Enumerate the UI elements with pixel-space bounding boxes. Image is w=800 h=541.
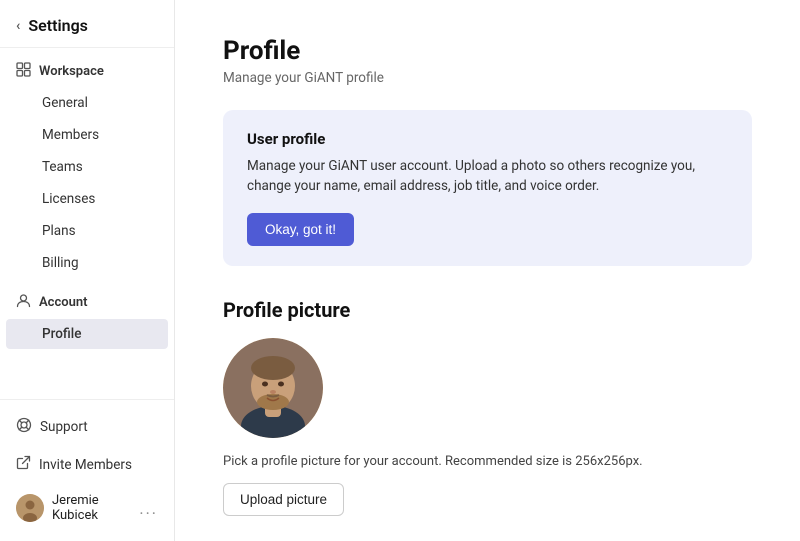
user-name: Jeremie Kubicek [52,493,131,523]
invite-icon [16,455,31,474]
sidebar-item-billing[interactable]: Billing [6,248,168,278]
sidebar-item-plans[interactable]: Plans [6,216,168,246]
info-banner: User profile Manage your GiANT user acco… [223,110,752,266]
sidebar-bottom: Support Invite Members Jeremie Kubicek .… [0,399,174,541]
support-label: Support [40,419,88,435]
workspace-label: Workspace [39,64,104,79]
sidebar-header[interactable]: ‹ Settings [0,0,174,48]
banner-text: Manage your GiANT user account. Upload a… [247,156,728,197]
sidebar: ‹ Settings Workspace General Members Tea… [0,0,175,541]
settings-title: Settings [28,16,88,35]
avatar [16,494,44,522]
sidebar-item-licenses[interactable]: Licenses [6,184,168,214]
account-section: Account [0,279,174,318]
invite-label: Invite Members [39,457,132,473]
sidebar-item-general[interactable]: General [6,88,168,118]
account-icon [16,293,31,312]
page-title: Profile [223,36,752,66]
sidebar-item-teams[interactable]: Teams [6,152,168,182]
profile-picture-title: Profile picture [223,298,752,322]
back-icon[interactable]: ‹ [16,18,20,34]
main-content: Profile Manage your GiANT profile User p… [175,0,800,541]
support-item[interactable]: Support [0,408,174,446]
invite-members-item[interactable]: Invite Members [0,446,174,483]
workspace-section: Workspace [0,48,174,87]
sidebar-item-profile[interactable]: Profile [6,319,168,349]
support-icon [16,417,32,437]
okay-got-it-button[interactable]: Okay, got it! [247,213,354,246]
user-row[interactable]: Jeremie Kubicek ... [0,483,174,533]
account-label: Account [39,295,87,310]
sidebar-item-members[interactable]: Members [6,120,168,150]
user-more-button[interactable]: ... [139,499,158,518]
banner-title: User profile [247,130,728,148]
pic-caption: Pick a profile picture for your account.… [223,454,752,469]
workspace-icon [16,62,31,81]
upload-picture-button[interactable]: Upload picture [223,483,344,516]
profile-picture [223,338,323,438]
page-subtitle: Manage your GiANT profile [223,70,752,86]
